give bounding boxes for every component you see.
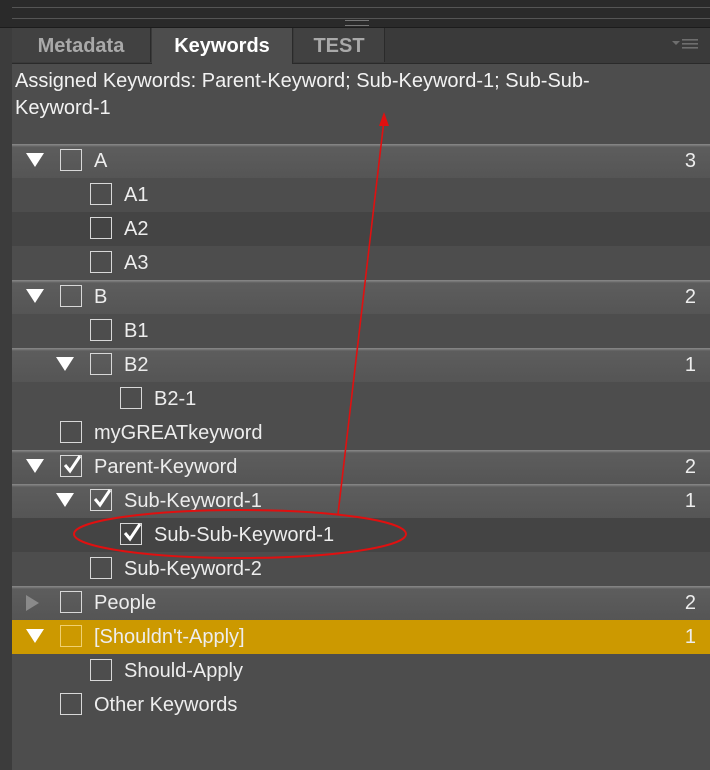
disclosure-triangle-down-icon[interactable] [26, 629, 44, 643]
keyword-checkbox[interactable] [60, 285, 82, 307]
keyword-row[interactable]: myGREATkeyword [12, 416, 710, 450]
keyword-label: Sub-Keyword-2 [124, 558, 262, 580]
keyword-count: 2 [684, 456, 696, 478]
keyword-label: Sub-Keyword-1 [124, 490, 262, 512]
tab-bar: Metadata Keywords TEST [12, 28, 710, 64]
tab-metadata[interactable]: Metadata [12, 28, 151, 62]
keyword-checkbox[interactable] [90, 251, 112, 273]
disclosure-triangle-right-icon[interactable] [26, 595, 39, 611]
keyword-checkbox[interactable] [60, 455, 82, 477]
keyword-checkbox[interactable] [90, 557, 112, 579]
keyword-count: 1 [684, 490, 696, 512]
keyword-row[interactable]: Parent-Keyword 2 [12, 450, 710, 484]
keyword-label: Sub-Sub-Keyword-1 [154, 524, 335, 546]
keyword-list: A 3 A1 A2 A3 B 2 B1 B2 1 B2-1 myGREATkeyword Parent-… [12, 144, 710, 722]
keyword-row[interactable]: A2 [12, 212, 710, 246]
keyword-count: 2 [684, 286, 696, 308]
disclosure-triangle-down-icon[interactable] [56, 357, 74, 371]
checkmark-icon [93, 489, 112, 508]
keyword-label: A [94, 150, 108, 172]
disclosure-triangle-down-icon[interactable] [26, 459, 44, 473]
keyword-label: myGREATkeyword [94, 422, 263, 444]
keyword-label: Should-Apply [124, 660, 243, 682]
keyword-checkbox[interactable] [90, 319, 112, 341]
resize-grip-icon[interactable] [345, 20, 369, 26]
keyword-row[interactable]: People 2 [12, 586, 710, 620]
keyword-checkbox[interactable] [90, 217, 112, 239]
keyword-row[interactable]: Other Keywords [12, 688, 710, 722]
keyword-count: 2 [684, 592, 696, 614]
keyword-row[interactable]: B2 [12, 280, 710, 314]
keyword-row[interactable]: A1 [12, 178, 710, 212]
keyword-row[interactable]: Should-Apply [12, 654, 710, 688]
checkmark-icon [63, 455, 82, 474]
keyword-count: 1 [684, 354, 696, 376]
keyword-checkbox[interactable] [120, 523, 142, 545]
keyword-row[interactable]: Sub-Keyword-1 1 [12, 484, 710, 518]
keyword-label: B2-1 [154, 388, 197, 410]
keyword-label: B2 [124, 354, 149, 376]
keyword-row[interactable]: B2 1 [12, 348, 710, 382]
keyword-checkbox[interactable] [90, 489, 112, 511]
checkmark-icon [123, 523, 142, 542]
tab-keywords[interactable]: Keywords [152, 28, 293, 64]
keywords-panel: Metadata Keywords TEST Assigned Keywords… [12, 28, 710, 770]
keyword-label: Other Keywords [94, 694, 238, 716]
keyword-row[interactable]: B1 [12, 314, 710, 348]
keyword-row[interactable]: A3 [12, 144, 710, 178]
keyword-row[interactable]: Sub-Keyword-2 [12, 552, 710, 586]
keyword-checkbox[interactable] [90, 353, 112, 375]
assigned-keywords-line-2: Keyword-1 [15, 97, 111, 119]
panel-menu-icon[interactable] [672, 38, 698, 53]
keyword-label: B1 [124, 320, 149, 342]
keyword-checkbox[interactable] [60, 693, 82, 715]
tab-test[interactable]: TEST [294, 28, 385, 62]
keyword-count: 3 [684, 150, 696, 172]
keyword-checkbox[interactable] [90, 659, 112, 681]
keyword-count: 1 [684, 626, 696, 648]
disclosure-triangle-down-icon[interactable] [26, 289, 44, 303]
keyword-checkbox[interactable] [90, 183, 112, 205]
keyword-label: Parent-Keyword [94, 456, 238, 478]
keyword-label: B [94, 286, 108, 308]
keyword-label: A1 [124, 184, 149, 206]
keyword-label: A3 [124, 252, 149, 274]
disclosure-triangle-down-icon[interactable] [56, 493, 74, 507]
keyword-label: People [94, 592, 157, 614]
keyword-label: [Shouldn't-Apply] [94, 626, 245, 648]
keyword-checkbox[interactable] [60, 591, 82, 613]
keyword-checkbox[interactable] [60, 421, 82, 443]
keyword-checkbox[interactable] [120, 387, 142, 409]
assigned-keywords-line-1: Assigned Keywords: Parent-Keyword; Sub-K… [15, 70, 590, 92]
keyword-row[interactable]: [Shouldn't-Apply] 1 [12, 620, 710, 654]
top-panel-bar [12, 7, 710, 19]
keyword-checkbox[interactable] [60, 149, 82, 171]
keyword-checkbox[interactable] [60, 625, 82, 647]
keyword-row[interactable]: A3 [12, 246, 710, 280]
keyword-label: A2 [124, 218, 149, 240]
assigned-keywords-text: Assigned Keywords: Parent-Keyword; Sub-K… [15, 68, 705, 122]
keyword-row[interactable]: B2-1 [12, 382, 710, 416]
keyword-row[interactable]: Sub-Sub-Keyword-1 [12, 518, 710, 552]
disclosure-triangle-down-icon[interactable] [26, 153, 44, 167]
